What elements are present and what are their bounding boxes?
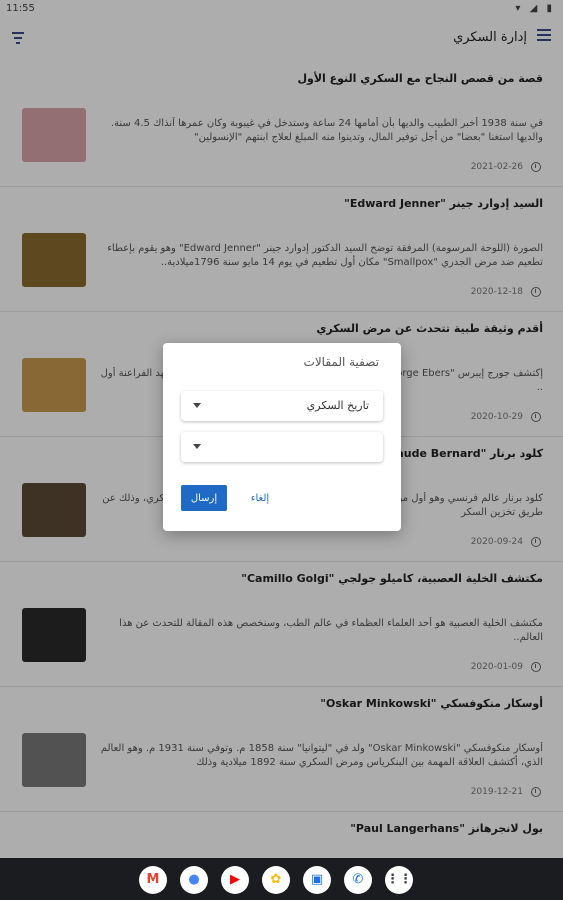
taskbar: M ● ▶ ✿ ▣ ✆ ⋮⋮	[0, 858, 563, 900]
photos-icon[interactable]: ✿	[262, 866, 290, 894]
filter-dialog: تصفية المقالات تاريخ السكري إرسال إلغاء	[163, 343, 401, 531]
subcategory-select[interactable]	[181, 432, 383, 462]
app-drawer-icon[interactable]: ⋮⋮	[385, 866, 413, 894]
gmail-icon[interactable]: M	[139, 866, 167, 894]
submit-button[interactable]: إرسال	[181, 485, 227, 511]
category-select-value: تاريخ السكري	[306, 399, 369, 412]
dropdown-caret-icon	[193, 403, 201, 408]
messages-icon[interactable]: ▣	[303, 866, 331, 894]
dialog-title: تصفية المقالات	[303, 355, 379, 369]
youtube-icon[interactable]: ▶	[221, 866, 249, 894]
cancel-button[interactable]: إلغاء	[239, 485, 281, 511]
chrome-icon[interactable]: ●	[180, 866, 208, 894]
phone-icon[interactable]: ✆	[344, 866, 372, 894]
category-select[interactable]: تاريخ السكري	[181, 391, 383, 421]
dropdown-caret-icon	[193, 444, 201, 449]
